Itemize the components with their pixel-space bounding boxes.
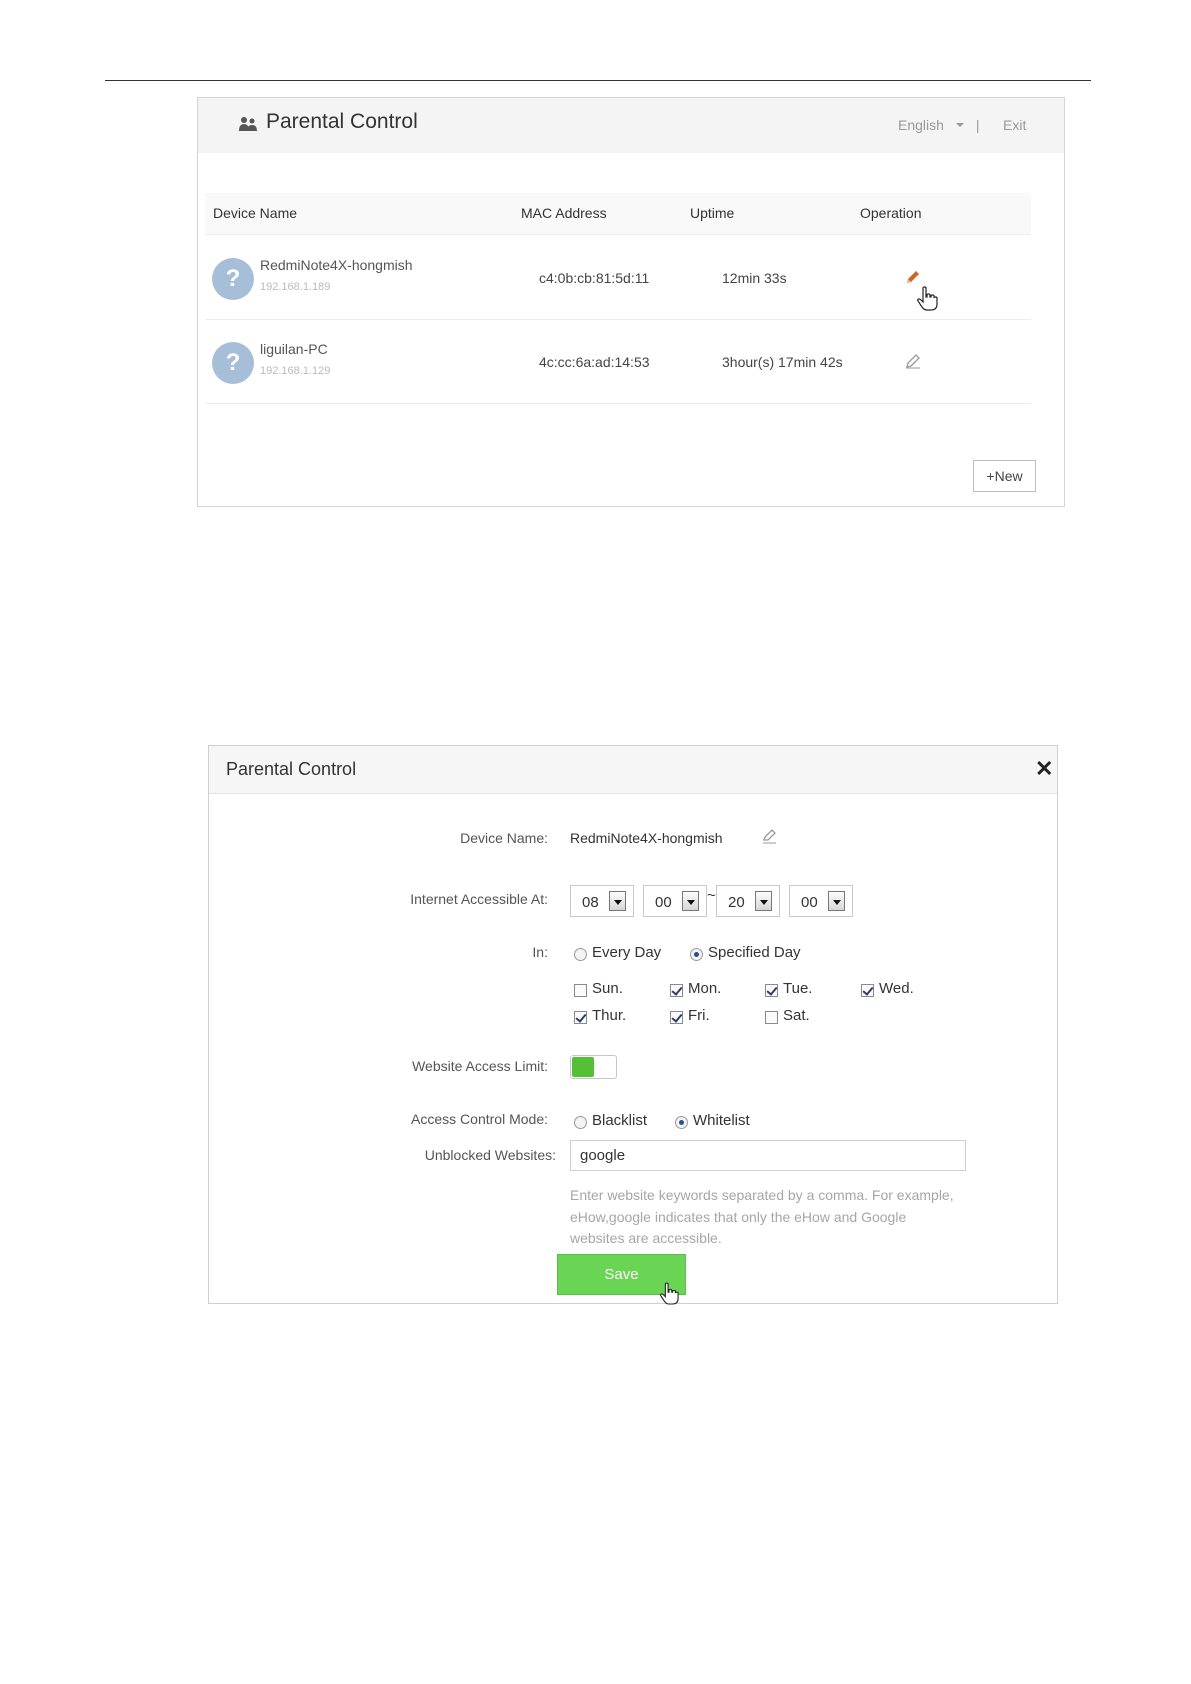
parental-control-dialog: Parental Control ✕ Device Name: RedmiNot… [208, 745, 1058, 1305]
dropdown-arrow-icon [609, 891, 626, 911]
specified-day-label: Specified Day [708, 944, 801, 961]
blacklist-label: Blacklist [592, 1112, 648, 1129]
device-name: liguilan-PC [260, 341, 328, 357]
dialog-title: Parental Control [226, 759, 357, 779]
device-name-label: Device Name: [460, 830, 548, 846]
access-mode-label: Access Control Mode: [411, 1111, 548, 1127]
mon-label: Mon. [688, 980, 722, 997]
fri-label: Fri. [688, 1007, 710, 1024]
toggle-knob [572, 1057, 594, 1077]
device-name-value: RedmiNote4X-hongmish [570, 830, 723, 846]
sun-label: Sun. [592, 980, 623, 997]
website-limit-label: Website Access Limit: [412, 1058, 548, 1074]
unblocked-websites-label: Unblocked Websites: [424, 1147, 556, 1163]
unblocked-websites-input[interactable] [570, 1140, 966, 1171]
unknown-device-avatar: ? [212, 258, 254, 300]
family-icon [239, 117, 257, 131]
start-hour-select[interactable]: 08 [570, 885, 634, 917]
unknown-device-avatar: ? [212, 342, 254, 384]
every-day-radio[interactable] [574, 948, 587, 961]
col-mac-address: MAC Address [521, 205, 607, 221]
device-mac: 4c:cc:6a:ad:14:53 [539, 354, 650, 370]
table-row: ? RedmiNote4X-hongmish 192.168.1.189 c4:… [205, 236, 1031, 320]
dropdown-arrow-icon [682, 891, 699, 911]
exit-link[interactable]: Exit [1003, 117, 1026, 133]
start-minute-select[interactable]: 00 [643, 885, 707, 917]
thur-label: Thur. [592, 1007, 627, 1024]
schedule-label: In: [532, 944, 548, 960]
blacklist-radio[interactable] [574, 1116, 587, 1129]
every-day-label: Every Day [592, 944, 662, 961]
dropdown-arrow-icon [755, 891, 772, 911]
language-selector[interactable]: English | [898, 117, 980, 133]
device-list-panel: Parental Control English | Exit Device N… [197, 97, 1065, 507]
language-label: English [898, 117, 944, 133]
hand-cursor-icon [917, 286, 938, 311]
close-icon[interactable]: ✕ [1035, 758, 1053, 780]
device-ip: 192.168.1.189 [260, 281, 331, 293]
fri-checkbox[interactable] [670, 1011, 683, 1024]
start-minute-value: 00 [655, 894, 672, 911]
page-title: Parental Control [266, 110, 418, 133]
thur-checkbox[interactable] [574, 1011, 587, 1024]
new-rule-button[interactable]: +New [973, 460, 1036, 492]
col-device-name: Device Name [213, 205, 298, 221]
end-hour-value: 20 [728, 894, 745, 911]
dialog-header: Parental Control ✕ [209, 746, 1057, 794]
panel-header: Parental Control English | Exit [198, 98, 1064, 153]
header-separator: | [975, 117, 980, 133]
sat-checkbox[interactable] [765, 1011, 778, 1024]
specified-day-radio[interactable] [690, 948, 703, 961]
col-operation: Operation [860, 205, 922, 221]
tue-checkbox[interactable] [765, 984, 778, 997]
time-range-separator: ~ [707, 887, 716, 904]
tue-label: Tue. [783, 980, 813, 997]
caret-down-icon [955, 123, 964, 127]
whitelist-radio[interactable] [675, 1116, 688, 1129]
internet-accessible-label: Internet Accessible At: [410, 891, 548, 907]
website-limit-toggle[interactable] [570, 1055, 617, 1079]
wed-checkbox[interactable] [861, 984, 874, 997]
mon-checkbox[interactable] [670, 984, 683, 997]
edit-pencil-icon[interactable] [905, 269, 921, 285]
page-top-rule [105, 80, 1091, 81]
dropdown-arrow-icon [828, 891, 845, 911]
end-minute-select[interactable]: 00 [789, 885, 853, 917]
websites-hint: Enter website keywords separated by a co… [570, 1187, 954, 1246]
col-uptime: Uptime [690, 205, 735, 221]
start-hour-value: 08 [582, 894, 599, 911]
sun-checkbox[interactable] [574, 984, 587, 997]
edit-pencil-icon[interactable] [762, 828, 777, 844]
sat-label: Sat. [783, 1007, 810, 1024]
whitelist-label: Whitelist [693, 1112, 750, 1129]
device-mac: c4:0b:cb:81:5d:11 [539, 270, 650, 286]
table-header: Device Name MAC Address Uptime Operation [205, 193, 1031, 235]
device-ip: 192.168.1.129 [260, 365, 331, 377]
device-uptime: 3hour(s) 17min 42s [722, 354, 843, 370]
end-minute-value: 00 [801, 894, 818, 911]
table-row: ? liguilan-PC 192.168.1.129 4c:cc:6a:ad:… [205, 320, 1031, 404]
device-name: RedmiNote4X-hongmish [260, 257, 413, 273]
device-uptime: 12min 33s [722, 270, 787, 286]
end-hour-select[interactable]: 20 [716, 885, 780, 917]
wed-label: Wed. [879, 980, 914, 997]
edit-pencil-icon[interactable] [905, 353, 921, 369]
hand-cursor-icon [659, 1282, 679, 1305]
